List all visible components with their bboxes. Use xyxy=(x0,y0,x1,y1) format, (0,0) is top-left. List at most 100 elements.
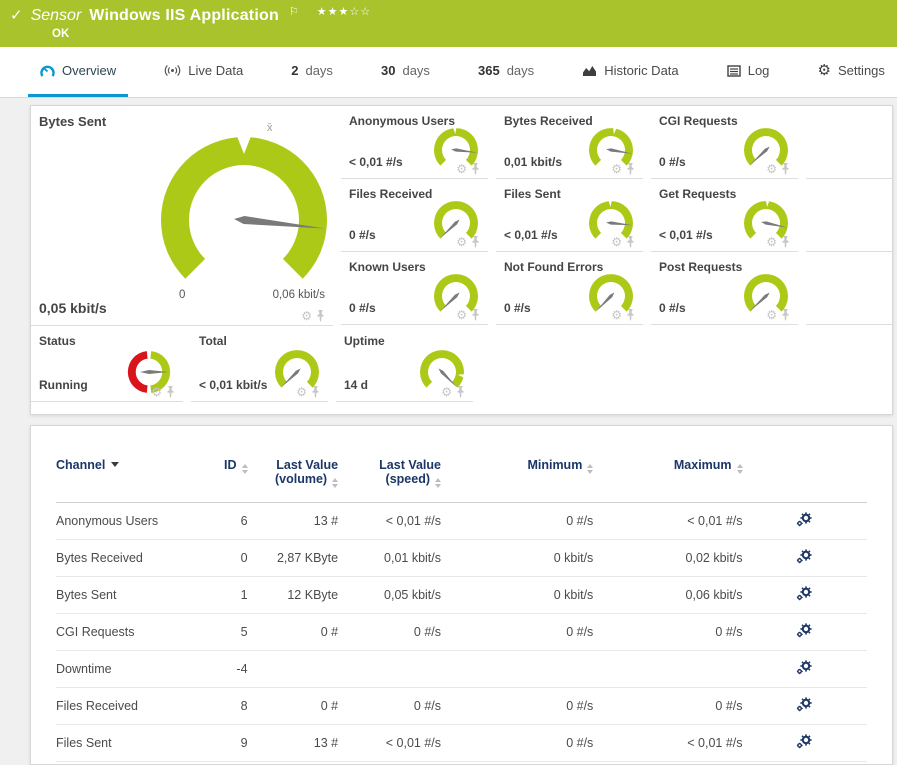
gauge-cell-cgi-requests: CGI Requests 0 #/s ⚙ xyxy=(651,106,798,179)
pin-icon[interactable] xyxy=(781,163,790,175)
pin-icon[interactable] xyxy=(471,163,480,175)
tab-number: 365 xyxy=(478,63,500,78)
channel-settings-icon[interactable] xyxy=(796,549,813,564)
last-value-volume: 13 # xyxy=(251,724,343,762)
channel-settings-icon[interactable] xyxy=(796,512,813,527)
gauge-cell-get-requests: Get Requests < 0,01 #/s ⚙ xyxy=(651,179,798,252)
gear-icon: ⚙ xyxy=(817,63,830,78)
pin-icon[interactable] xyxy=(316,310,325,322)
pin-icon[interactable] xyxy=(626,236,635,248)
gauge-cell-total: Total < 0,01 kbit/s ⚙ xyxy=(191,326,328,402)
priority-stars[interactable]: ★★★☆☆ xyxy=(317,6,371,19)
channel-table: Channel ID Last Value (volume) Last Value (sp… xyxy=(56,454,867,762)
sensor-status-text: OK xyxy=(52,28,70,40)
column-header-maximum[interactable]: Maximum xyxy=(597,454,747,503)
gauge-cell-not-found-errors: Not Found Errors 0 #/s ⚙ xyxy=(496,252,643,325)
channel-settings-icon[interactable] xyxy=(796,660,813,675)
maximum: 0,06 kbit/s xyxy=(597,576,747,614)
minimum: 0 #/s xyxy=(445,687,598,725)
channel-settings-cell xyxy=(746,539,867,577)
column-header-id[interactable]: ID xyxy=(200,454,252,503)
chart-icon xyxy=(582,64,597,77)
settings-gear-icon[interactable]: ⚙ xyxy=(611,163,622,175)
pin-icon[interactable] xyxy=(781,309,790,321)
tab-number: 30 xyxy=(381,63,396,78)
gauge-scale-min: 0 xyxy=(179,289,186,301)
gauge-cell-empty xyxy=(806,106,892,179)
settings-gear-icon[interactable]: ⚙ xyxy=(456,309,467,321)
column-header-minimum[interactable]: Minimum xyxy=(445,454,598,503)
maximum: 0 #/s xyxy=(597,613,747,651)
channel-row-downtime: Downtime -4 xyxy=(56,650,867,688)
sort-icon xyxy=(587,464,594,474)
pin-icon[interactable] xyxy=(471,309,480,321)
channel-table-panel: Channel ID Last Value (volume) Last Value (sp… xyxy=(30,425,893,765)
column-header-last-value--volume[interactable]: Last Value (volume) xyxy=(251,454,343,503)
channel-settings-icon[interactable] xyxy=(796,623,813,638)
channel-id: -4 xyxy=(200,650,252,688)
channel-settings-cell xyxy=(746,576,867,614)
tab-label: days xyxy=(506,63,535,78)
tab-2-days[interactable]: 2 days xyxy=(279,47,345,97)
settings-gear-icon[interactable]: ⚙ xyxy=(766,309,777,321)
maximum xyxy=(597,650,747,688)
pin-icon[interactable] xyxy=(626,309,635,321)
gauge-value: < 0,01 #/s xyxy=(349,155,403,169)
settings-gear-icon[interactable]: ⚙ xyxy=(766,236,777,248)
tab-label: days xyxy=(402,63,430,78)
gauge-label: Total xyxy=(199,334,227,348)
column-header-channel[interactable]: Channel xyxy=(56,454,201,503)
channel-row-cgi-requests: CGI Requests 5 0 #0 #/s 0 #/s 0 #/s xyxy=(56,613,867,651)
channel-settings-icon[interactable] xyxy=(796,697,813,712)
last-value-volume: 12 KByte xyxy=(251,576,343,614)
tab-label: Settings xyxy=(837,63,885,78)
sort-icon xyxy=(736,464,743,474)
tab-log[interactable]: Log xyxy=(715,47,782,97)
last-value-speed: 0 #/s xyxy=(342,613,445,651)
pin-icon[interactable] xyxy=(456,386,465,398)
tab-overview[interactable]: Overview xyxy=(28,47,129,97)
channel-id: 8 xyxy=(200,687,252,725)
gauge-cell-status: Status Running ⚙ xyxy=(31,326,183,402)
column-header-last-value--speed[interactable]: Last Value (speed) xyxy=(342,454,445,503)
tab-live-data[interactable]: Live Data xyxy=(152,47,255,97)
settings-gear-icon[interactable]: ⚙ xyxy=(456,163,467,175)
minimum: 0 kbit/s xyxy=(445,576,598,614)
gauge-cell-post-requests: Post Requests 0 #/s ⚙ xyxy=(651,252,798,325)
tab-historic-data[interactable]: Historic Data xyxy=(570,47,690,97)
gauge-value: Running xyxy=(39,378,88,392)
channel-settings-icon[interactable] xyxy=(796,586,813,601)
settings-gear-icon[interactable]: ⚙ xyxy=(301,310,312,322)
sort-icon xyxy=(332,478,339,488)
tab-label: Historic Data xyxy=(604,63,679,78)
channel-settings-cell xyxy=(746,650,867,688)
channel-row-bytes-sent: Bytes Sent 1 12 KByte 0,05 kbit/s 0 kbit/s 0,… xyxy=(56,576,867,614)
gauge-cell-files-received: Files Received 0 #/s ⚙ xyxy=(341,179,488,252)
channel-name: Bytes Sent xyxy=(56,576,201,614)
pin-icon[interactable] xyxy=(781,236,790,248)
settings-gear-icon[interactable]: ⚙ xyxy=(766,163,777,175)
last-value-speed: 0 #/s xyxy=(342,687,445,725)
tab-365-days[interactable]: 365 days xyxy=(466,47,546,97)
channel-settings-icon[interactable] xyxy=(796,734,813,749)
pin-icon[interactable] xyxy=(471,236,480,248)
tab-settings[interactable]: ⚙ Settings xyxy=(805,47,896,97)
settings-gear-icon[interactable]: ⚙ xyxy=(441,386,452,398)
minimum: 0 #/s xyxy=(445,724,598,762)
settings-gear-icon[interactable]: ⚙ xyxy=(611,236,622,248)
channel-name: Anonymous Users xyxy=(56,502,201,540)
settings-gear-icon[interactable]: ⚙ xyxy=(151,386,162,398)
pin-icon[interactable] xyxy=(311,386,320,398)
settings-gear-icon[interactable]: ⚙ xyxy=(456,236,467,248)
last-value-volume: 0 # xyxy=(251,687,343,725)
sensor-tabbar: Overview Live Data 2 days 30 days 365 days Histo… xyxy=(0,47,897,98)
tab-30-days[interactable]: 30 days xyxy=(369,47,442,97)
channel-row-files-sent: Files Sent 9 13 # < 0,01 #/s 0 #/s < 0,01 #/s xyxy=(56,724,867,762)
pin-icon[interactable] xyxy=(166,386,175,398)
settings-gear-icon[interactable]: ⚙ xyxy=(296,386,307,398)
channel-name: Files Received xyxy=(56,687,201,725)
flag-icon[interactable]: ⚐ xyxy=(289,6,299,18)
pin-icon[interactable] xyxy=(626,163,635,175)
gauge-label: Bytes Sent xyxy=(39,114,107,129)
settings-gear-icon[interactable]: ⚙ xyxy=(611,309,622,321)
